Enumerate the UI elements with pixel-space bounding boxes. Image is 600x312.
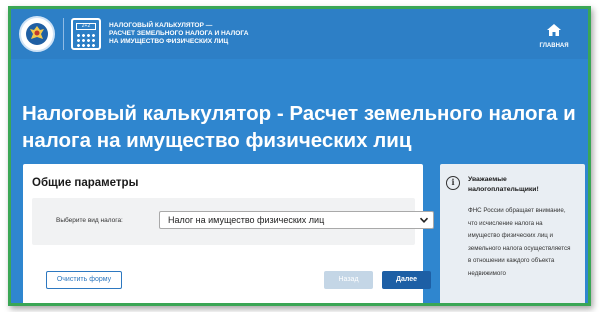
app-window: 2+2 Налоговый калькулятор — расчет земел…	[8, 6, 591, 306]
calculator-form-card: Общие параметры Выберите вид налога: Нал…	[23, 164, 434, 303]
brand-line: на имущество физических лиц	[109, 38, 229, 45]
tax-type-row: Выберите вид налога: Налог на имущество …	[32, 198, 434, 245]
site-header: 2+2 Налоговый калькулятор — расчет земел…	[11, 9, 588, 59]
home-label: Главная	[539, 43, 569, 49]
home-icon	[547, 24, 561, 36]
section-title: Общие параметры	[32, 177, 139, 189]
info-title: Уважаемые налогоплательщики!	[468, 176, 539, 193]
clear-form-button[interactable]: Очистить форму	[46, 271, 122, 289]
brand-line: Налоговый калькулятор —	[109, 22, 213, 29]
calculator-screen: 2+2	[76, 23, 96, 30]
info-panel: i Уважаемые налогоплательщики! ФНС Росси…	[440, 164, 585, 303]
back-button[interactable]: Назад	[324, 271, 373, 289]
page-title: Налоговый калькулятор - Расчет земельног…	[22, 102, 576, 152]
tax-type-label: Выберите вид налога:	[56, 217, 123, 224]
tax-type-selected-value: Налог на имущество физических лиц	[168, 215, 325, 225]
next-button[interactable]: Далее	[382, 271, 431, 289]
header-divider	[63, 18, 64, 50]
info-icon: i	[446, 176, 460, 190]
home-link[interactable]: Главная	[534, 23, 574, 49]
brand-line: расчет земельного налога и налога	[109, 30, 249, 37]
calculator-icon[interactable]: 2+2	[71, 18, 101, 50]
fns-emblem-icon[interactable]	[19, 16, 55, 52]
chevron-down-icon	[419, 217, 429, 223]
tax-type-select[interactable]: Налог на имущество физических лиц	[159, 211, 434, 229]
info-text: ФНС России обращает внимание, что исчисл…	[468, 207, 571, 277]
calculator-keys	[76, 33, 96, 47]
brand-title[interactable]: Налоговый калькулятор — расчет земельног…	[109, 22, 299, 46]
